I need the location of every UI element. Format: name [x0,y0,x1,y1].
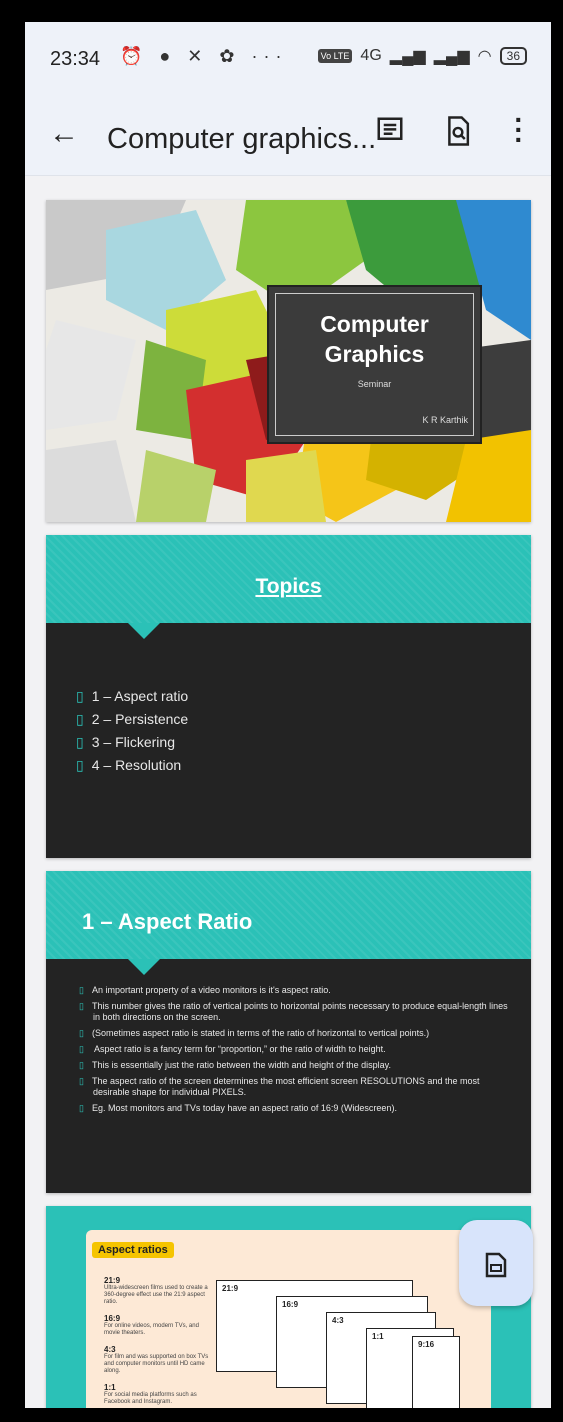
header-notch [128,959,160,975]
ratio-description: For social media platforms such as Faceb… [104,1392,197,1405]
list-item: ▯ This number gives the ratio of vertical… [79,1001,508,1022]
list-item: ▯ (Sometimes aspect ratio is stated in te… [79,1028,430,1038]
aspect-ratio-bullets: ▯ An important property of a video monito… [79,985,509,1119]
list-item: ▯ The aspect ratio of the screen determin… [79,1076,480,1097]
list-item: ▯ 2 – Persistence [76,711,189,727]
slide-aspect-ratio[interactable]: 1 – Aspect Ratio ▯ An important property … [46,871,531,1193]
system-indicators: Vo LTE 4G ▂▄▆ ▂▄▆ ◠ 36 [317,46,527,66]
battery-icon: 36 [499,47,527,65]
slide-topics[interactable]: Topics ▯ 1 – Aspect ratio ▯ 2 – Persistenc… [46,535,531,858]
volte-icon: Vo LTE [317,49,353,63]
ratio-descriptions: 21:9 Ultra-widescreen films used to crea… [104,1276,214,1408]
status-time: 23:34 [50,48,101,70]
slide-title[interactable]: Computer Graphics Seminar K R Karthik [46,200,531,522]
status-bar: 23:34 ⏰ ● ✕ ✿ ··· Vo LTE 4G ▂▄▆ ▂▄▆ ◠ 36 [25,22,551,97]
more-vert-icon[interactable]: · · · [511,106,527,154]
signal-icon: ▂▄▆ [389,48,426,65]
slide-author: K R Karthik [422,415,468,425]
ratio-description: For film and was supported on box TVs an… [104,1354,209,1374]
aspect-ratio-heading: 1 – Aspect Ratio [82,909,253,934]
list-item: ▯ This is essentially just the ratio betw… [79,1060,391,1070]
ratio-description: For online videos, modern TVs, and movie… [104,1323,199,1336]
notification-icons: ⏰ ● ✕ ✿ ··· [120,46,288,66]
ratio-label: 16:9 [104,1314,121,1323]
phone-screen: 23:34 ⏰ ● ✕ ✿ ··· Vo LTE 4G ▂▄▆ ▂▄▆ ◠ 36… [25,22,551,1408]
document-title: Computer graphics... [107,123,377,155]
back-arrow-icon[interactable]: ← [49,117,79,151]
slides-fab-button[interactable] [459,1220,533,1306]
wifi-icon: ◠ [477,48,492,65]
ratio-description: Ultra-widescreen films used to create a … [104,1285,208,1305]
list-item: ▯ Aspect ratio is a fancy term for “prop… [79,1044,386,1054]
header-notch [128,623,160,639]
signal-icon-2: ▂▄▆ [433,48,470,65]
ratio-label: 21:9 [104,1276,121,1285]
title-box: Computer Graphics Seminar K R Karthik [269,287,480,442]
slide-subtitle: Seminar [357,379,392,389]
list-item: ▯ 3 – Flickering [76,734,175,750]
aspect-ratios-badge: Aspect ratios [92,1242,174,1258]
ratio-label: 1:1 [104,1383,116,1392]
app-bar: ← Computer graphics... · · · [25,97,551,176]
network-type-label: 4G [360,47,382,64]
list-item: ▯ 1 – Aspect ratio [76,688,189,704]
topics-heading: Topics [255,575,322,598]
search-document-icon[interactable] [443,115,473,147]
list-item: ▯ An important property of a video monito… [79,985,331,995]
ratio-box-9-16: 9:16 [412,1336,460,1408]
list-item: ▯ 4 – Resolution [76,757,182,773]
comment-icon[interactable] [375,115,405,145]
slide-title-text: Computer Graphics [320,311,429,367]
list-item: ▯ Eg. Most monitors and TVs today have an… [79,1103,397,1113]
aspect-ratios-infographic: Aspect ratios 21:9 Ultra-widescreen film… [86,1230,491,1408]
ratio-label: 4:3 [104,1345,116,1354]
slides-icon [485,1252,507,1278]
topics-list: ▯ 1 – Aspect ratio ▯ 2 – Persistence ▯ 3 – … [76,685,188,777]
